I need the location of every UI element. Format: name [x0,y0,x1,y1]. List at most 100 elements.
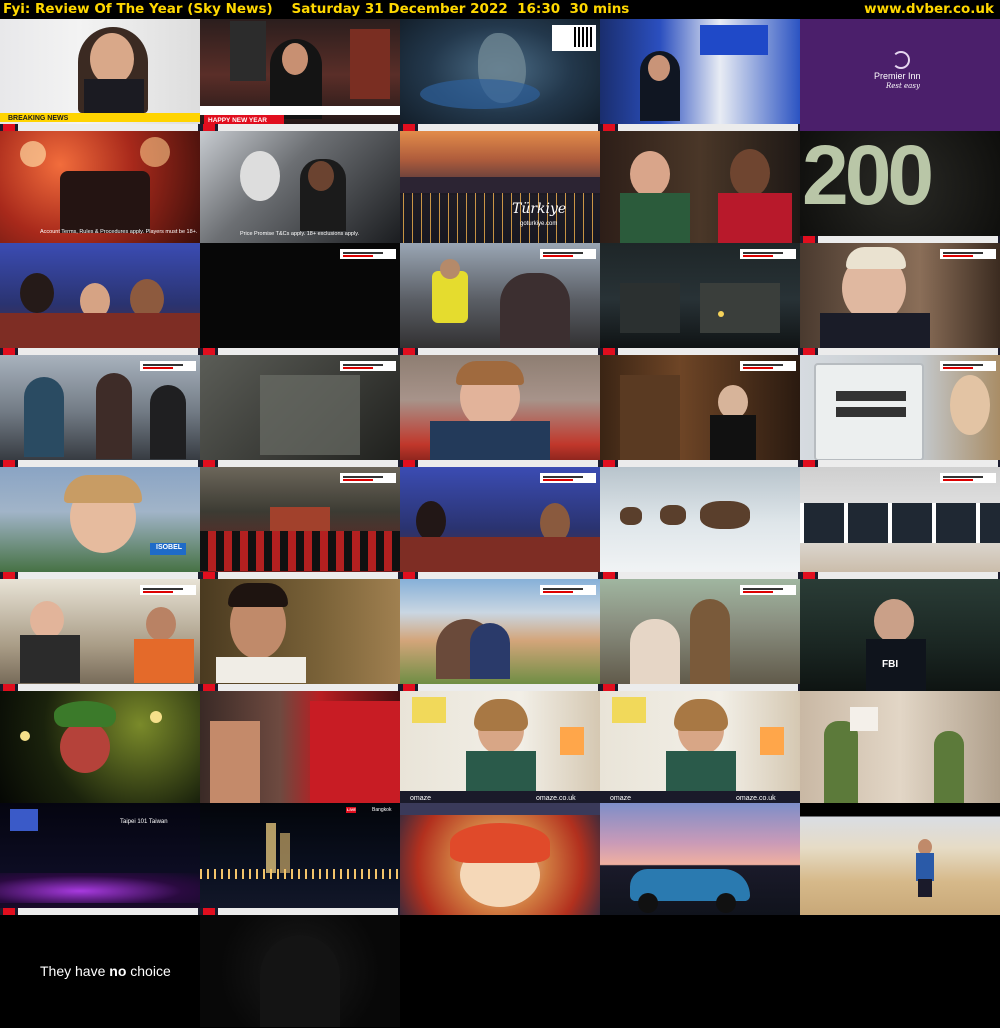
thumbnail[interactable] [200,467,400,579]
segment-tag [340,249,396,259]
thumbnail[interactable]: Türkiye goturkiye.com [400,131,600,243]
thumbnail[interactable]: ISOBEL [0,467,200,579]
thumbnail[interactable]: Taipei 101 Taiwan [0,803,200,915]
live-badge: LIVE [347,807,356,812]
thumbnail[interactable] [400,467,600,579]
thumbnail[interactable]: omaze omaze.co.uk [600,691,800,803]
omaze-logo: omaze [410,795,432,802]
news-ticker [200,684,400,691]
news-ticker [400,684,600,691]
segment-tag [340,473,396,483]
small-caption: Account Terms, Rules & Procedures apply.… [40,229,198,235]
breaking-news-label: BREAKING NEWS [8,115,69,122]
segment-tag [140,361,196,371]
turkiye-url: goturkiye.com [520,221,558,227]
thumbnail[interactable]: omaze omaze.co.uk [400,691,600,803]
segment-tag [940,249,996,259]
fbi-label: FBI [882,659,899,670]
news-ticker [0,348,200,355]
news-ticker [800,236,1000,243]
news-ticker [800,348,1000,355]
premier-inn-tagline: Rest easy [886,82,920,90]
turkiye-logo: Türkiye [512,201,567,217]
thumbnail[interactable] [200,691,400,803]
segment-tag [340,361,396,371]
site-link[interactable]: www.dvber.co.uk [864,1,994,17]
omaze-url: omaze.co.uk [736,795,776,802]
news-ticker [600,460,800,467]
premier-inn-logo: Premier Inn [874,71,921,81]
news-ticker [200,460,400,467]
news-ticker [0,572,200,579]
news-ticker [0,908,200,915]
news-ticker [600,124,800,131]
news-ticker [600,348,800,355]
news-ticker [600,684,800,691]
thumbnail[interactable]: Premier Inn Rest easy [800,19,1000,131]
thumbnail[interactable] [600,579,800,691]
thumbnail[interactable]: They have no choice [0,915,200,1027]
thumbnail[interactable]: BREAKING NEWS [0,19,200,131]
news-ticker [800,572,1000,579]
news-ticker [800,460,1000,467]
thumbnail[interactable] [600,19,800,131]
happy-new-year-label: HAPPY NEW YEAR [208,117,267,124]
news-ticker [400,124,600,131]
thumbnail[interactable] [0,691,200,803]
location-caption: Taipei 101 Taiwan [120,819,168,825]
news-ticker [0,684,200,691]
thumbnail[interactable] [0,243,200,355]
thumbnail[interactable]: Price Promise T&Cs apply. 18+ exclusions… [200,131,400,243]
thumbnail[interactable]: HAPPY NEW YEAR [200,19,400,131]
thumbnail[interactable] [200,243,400,355]
segment-tag [940,361,996,371]
thumbnail[interactable] [600,467,800,579]
location-caption: Bangkok [372,807,392,813]
segment-tag [540,473,596,483]
thumbnail[interactable] [800,803,1000,915]
name-caption: ISOBEL [156,544,183,551]
thumbnail[interactable] [200,915,400,1027]
small-caption: Price Promise T&Cs apply. 18+ exclusions… [240,231,360,237]
omaze-url: omaze.co.uk [536,795,576,802]
thumbnail[interactable] [600,803,800,915]
news-ticker [200,908,400,915]
omaze-logo: omaze [610,795,632,802]
news-ticker [400,572,600,579]
segment-tag [540,585,596,595]
news-ticker [400,348,600,355]
thumbnail[interactable] [800,467,1000,579]
thumbnail[interactable] [400,19,600,131]
news-ticker [0,460,200,467]
thumbnail[interactable]: LIVE Bangkok [200,803,400,915]
thumbnail[interactable] [400,355,600,467]
thumbnail[interactable]: Account Terms, Rules & Procedures apply.… [0,131,200,243]
news-ticker [200,348,400,355]
thumbnail[interactable]: 200 [800,131,1000,243]
thumbnail[interactable] [400,579,600,691]
thumbnail[interactable] [0,579,200,691]
thumbnail[interactable] [400,243,600,355]
thumbnail[interactable] [800,243,1000,355]
thumbnail[interactable] [600,243,800,355]
news-ticker [200,124,400,131]
thumbnail[interactable]: FBI [800,579,1000,691]
news-ticker [400,460,600,467]
thumbnail[interactable] [600,131,800,243]
balloon-number: 200 [802,131,934,222]
segment-tag [740,585,796,595]
thumbnail[interactable] [600,355,800,467]
thumbnail[interactable] [200,579,400,691]
segment-tag [940,473,996,483]
thumbnail[interactable] [800,691,1000,803]
closing-caption: They have no choice [40,963,171,979]
thumbnail[interactable] [0,355,200,467]
segment-tag [140,585,196,595]
programme-title: Fyi: Review Of The Year (Sky News) Satur… [3,1,630,17]
thumbnail[interactable] [400,803,600,915]
thumbnail[interactable] [800,355,1000,467]
segment-tag [740,249,796,259]
thumbnail[interactable] [200,355,400,467]
news-ticker [600,572,800,579]
segment-tag [540,249,596,259]
